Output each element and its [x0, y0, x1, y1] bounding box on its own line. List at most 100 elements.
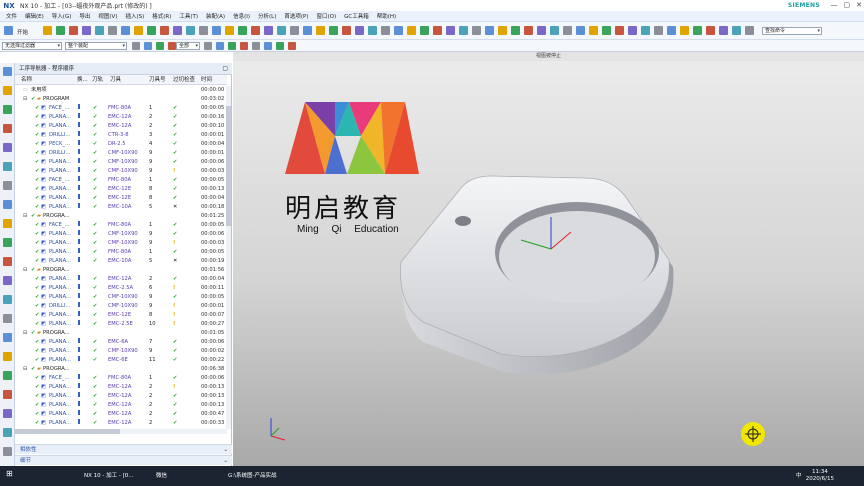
toolbar-tool-icon[interactable] — [316, 26, 325, 35]
col-gouge-check[interactable]: 过切检查 — [173, 75, 195, 85]
toolbar-tool-icon[interactable] — [251, 26, 260, 35]
toolbar-tool-icon[interactable] — [277, 26, 286, 35]
table-row[interactable]: ✔ ◩ PLANA... ✔ EMC-12A 2 ✔ 00:00:16 — [15, 113, 227, 122]
toolbar-tool-icon[interactable] — [160, 26, 169, 35]
resource-tab-icon[interactable] — [3, 86, 12, 95]
dependencies-section[interactable]: 相依性 ⌄ — [15, 444, 232, 454]
toolbar-tool-icon[interactable] — [329, 26, 338, 35]
resource-tab-icon[interactable] — [3, 238, 12, 247]
table-row[interactable]: ✔ ◩ PLANA... ✔ EMC-12A 2 ✔ 00:00:04 — [15, 275, 227, 284]
toolbar-tool-icon[interactable] — [121, 26, 130, 35]
table-row[interactable]: ✔ ◩ FACE_... ✔ FMC-80A 1 ✔ 00:00:05 — [15, 176, 227, 185]
toolbar-tool-icon[interactable] — [368, 26, 377, 35]
table-row[interactable]: ✔ ◩ PLANA... ✔ EMC-6E 11 ✔ 00:00:22 — [15, 356, 227, 365]
resource-tab-icon[interactable] — [3, 200, 12, 209]
table-row[interactable]: ✔ ◩ PLANA... ✔ EMC-6A 7 ✔ 00:00:06 — [15, 338, 227, 347]
toolbar-tool-icon[interactable] — [173, 26, 182, 35]
maximize-icon[interactable]: ▢ — [844, 1, 851, 9]
toolbar-tool-icon[interactable] — [212, 26, 221, 35]
menu-item-7[interactable]: 工具(T) — [175, 12, 202, 20]
toolbar-tool-icon[interactable] — [498, 26, 507, 35]
toolbar-tool-icon[interactable] — [732, 26, 741, 35]
toolbar-tool-icon[interactable] — [290, 26, 299, 35]
search-command-input[interactable]: 查找命令 — [762, 27, 822, 35]
toolbar-tool-icon[interactable] — [641, 26, 650, 35]
program-group-row[interactable]: ⊟ ✔ ▰ PROGRAM 00:03:02 — [15, 95, 227, 104]
resource-tab-icon[interactable] — [3, 181, 12, 190]
selection-tool-icon[interactable] — [204, 42, 212, 50]
collapse-icon[interactable]: ⊟ — [23, 212, 27, 221]
resource-tab-icon[interactable] — [3, 143, 12, 152]
col-path[interactable]: 刀轨 — [92, 75, 103, 85]
program-group-row[interactable]: ⊟ ✔ ▰ PROGRA... 00:01:25 — [15, 212, 227, 221]
toolbar-tool-icon[interactable] — [602, 26, 611, 35]
selection-tool-icon[interactable] — [264, 42, 272, 50]
table-row[interactable]: ✔ ◩ PLANA... ✔ CMF-10X90 9! 00:00:03 — [15, 239, 227, 248]
program-group-row[interactable]: ⊟ ✔ ▰ PROGRA... 00:01:56 — [15, 266, 227, 275]
resource-tab-icon[interactable] — [3, 124, 12, 133]
selection-tool-icon[interactable] — [240, 42, 248, 50]
table-row[interactable]: ▭ 未用项 00:00:00 — [15, 86, 227, 95]
toolbar-tool-icon[interactable] — [706, 26, 715, 35]
table-row[interactable]: ✔ ◩ DRILLI... ✔ CTR-3-8 3 ✔ 00:00:01 — [15, 131, 227, 140]
table-row[interactable]: ✔ ◩ PLANA... ✔ EMC-10A 5 ✕ 00:00:18 — [15, 203, 227, 212]
toolbar-tool-icon[interactable] — [472, 26, 481, 35]
menu-item-13[interactable]: GC工具箱 — [340, 12, 373, 20]
collapse-icon[interactable]: ⊟ — [23, 365, 27, 374]
table-row[interactable]: ✔ ◩ PLANA... ✔ EMC-12E 8 ✔ 00:00:04 — [15, 194, 227, 203]
resource-tab-icon[interactable] — [3, 447, 12, 456]
resource-tab-icon[interactable] — [3, 333, 12, 342]
selection-tool-icon[interactable] — [144, 42, 152, 50]
table-row[interactable]: ✔ ◩ PLANA... ✔ EMC-10A 5 ✕ 00:00:19 — [15, 257, 227, 266]
horizontal-scrollbar[interactable] — [15, 429, 227, 434]
table-row[interactable]: ✔ ◩ PLANA... ✔ EMC-12A 2 ✔ 00:00:13 — [15, 401, 227, 410]
table-row[interactable]: ✔ ◩ PLANA... ✔ EMC-12E 8! 00:00:07 — [15, 311, 227, 320]
table-row[interactable]: ✔ ◩ DRILLI... ✔ CMF-10X90 9 ✔ 00:00:01 — [15, 149, 227, 158]
menu-item-14[interactable]: 帮助(H) — [373, 12, 400, 20]
program-group-row[interactable]: ⊟ ✔ ▰ PROGRA... 00:06:38 — [15, 365, 227, 374]
col-time[interactable]: 时间 — [201, 75, 212, 85]
col-tool-number[interactable]: 刀具号 — [149, 75, 166, 85]
collapse-icon[interactable]: ⊟ — [23, 266, 27, 275]
menu-item-2[interactable]: 导入(G) — [48, 12, 76, 20]
toolbar-tool-icon[interactable] — [4, 26, 13, 35]
selection-tool-icons[interactable] — [0, 40, 864, 52]
table-row[interactable]: ✔ ◩ PECK_... ✔ DR-2.5 4 ✔ 00:00:04 — [15, 140, 227, 149]
taskbar-wechat[interactable]: 微信 — [156, 471, 167, 479]
resource-tab-icon[interactable] — [3, 409, 12, 418]
table-row[interactable]: ✔ ◩ PLANA... ✔ CMF-10X90 9 ✔ 00:00:02 — [15, 347, 227, 356]
col-change[interactable]: 换... — [77, 75, 88, 85]
menu-item-10[interactable]: 分析(L) — [254, 12, 280, 20]
resource-tab-icon[interactable] — [3, 295, 12, 304]
menu-item-1[interactable]: 编辑(E) — [21, 12, 48, 20]
resource-tab-icon[interactable] — [3, 257, 12, 266]
toolbar-tool-icon[interactable] — [628, 26, 637, 35]
resource-tab-icon[interactable] — [3, 105, 12, 114]
toolbar-tool-icon[interactable] — [667, 26, 676, 35]
toolbar-tool-icon[interactable] — [459, 26, 468, 35]
toolbar-tool-icon[interactable] — [134, 26, 143, 35]
resource-tab-icon[interactable] — [3, 352, 12, 361]
table-row[interactable]: ✔ ◩ FACE_... ✔ FMC-80A 1 ✔ 00:00:05 — [15, 104, 227, 113]
toolbar-tool-icon[interactable] — [407, 26, 416, 35]
part-model[interactable] — [233, 52, 864, 466]
table-row[interactable]: ✔ ◩ PLANA... ✔ EMC-12E 8 ✔ 00:00:13 — [15, 185, 227, 194]
ime-indicator[interactable]: 中 — [796, 471, 802, 479]
collapse-icon[interactable]: ⊟ — [23, 95, 27, 104]
toolbar-tool-icon[interactable] — [550, 26, 559, 35]
table-row[interactable]: ✔ ◩ PLANA... ✔ EMC-12A 2 ✔ 00:00:13 — [15, 392, 227, 401]
taskbar-explorer[interactable]: G:\系统图-产品实战 — [228, 471, 276, 479]
toolbar-tool-icon[interactable] — [82, 26, 91, 35]
table-row[interactable]: ✔ ◩ DRILLI... ✔ CMF-10X90 9! 00:00:01 — [15, 302, 227, 311]
table-row[interactable]: ✔ ◩ PLANA... ✔ EMC-2.5A 6! 00:00:11 — [15, 284, 227, 293]
menu-item-9[interactable]: 信息(I) — [229, 12, 254, 20]
table-row[interactable]: ✔ ◩ PLANA... ✔ EMC-12A 2 ✔ 00:00:47 — [15, 410, 227, 419]
toolbar-tool-icon[interactable] — [446, 26, 455, 35]
table-row[interactable]: ✔ ◩ PLANA... ✔ CMF-10X90 9 ✔ 00:00:06 — [15, 230, 227, 239]
toolbar-tool-icon[interactable] — [186, 26, 195, 35]
toolbar-tool-icon[interactable] — [43, 26, 52, 35]
selection-tool-icon[interactable] — [168, 42, 176, 50]
resource-bar-icons[interactable] — [0, 63, 15, 466]
toolbar-tool-icon[interactable] — [524, 26, 533, 35]
toolbar-tool-icon[interactable] — [563, 26, 572, 35]
